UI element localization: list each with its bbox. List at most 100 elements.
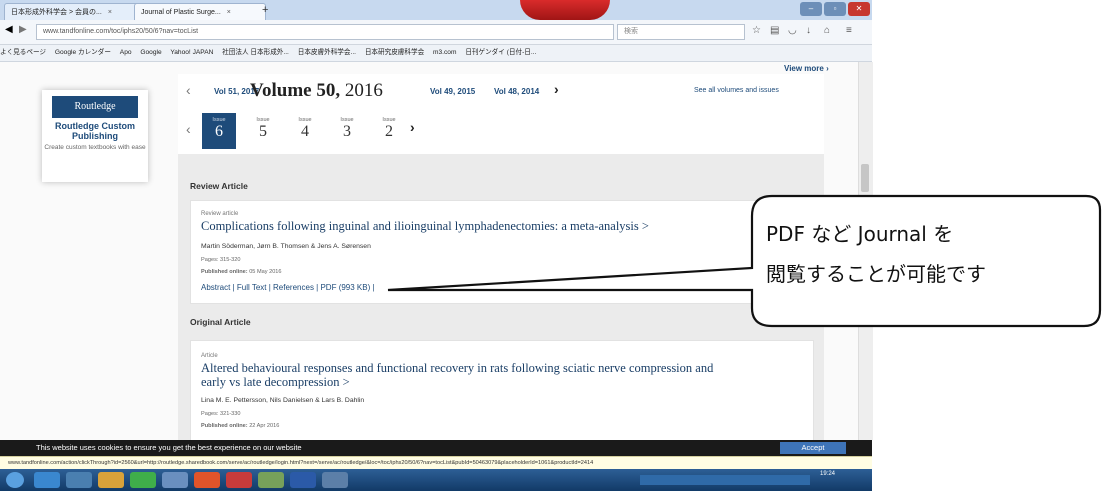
clipboard-icon[interactable]: ▤ [770, 25, 779, 36]
forward-icon[interactable]: ▶ [19, 24, 27, 35]
status-url: www.tandfonline.com/action/clickThrough?… [8, 460, 594, 466]
pocket-icon[interactable]: ◡ [788, 25, 797, 36]
article-pages: Pages: 315-320 [201, 257, 241, 263]
see-all-volumes-link[interactable]: See all volumes and issues [694, 87, 779, 94]
vol-49-link[interactable]: Vol 49, 2015 [430, 87, 475, 96]
chevron-right-icon: > [342, 375, 350, 389]
taskbar [0, 469, 872, 491]
issue-number: 2 [385, 123, 393, 140]
close-icon[interactable]: × [227, 9, 231, 16]
issue-number: 3 [343, 123, 351, 140]
prev-issue-icon[interactable]: ‹ [186, 121, 191, 137]
back-icon[interactable]: ◀ [5, 24, 13, 35]
article-published: Published online: 22 Apr 2016 [201, 423, 279, 429]
article-authors: Martin Söderman, Jørn B. Thomsen & Jens … [201, 243, 371, 250]
issue-3[interactable]: Issue 3 [330, 113, 364, 149]
issue-6[interactable]: Issue 6 [202, 113, 236, 149]
prev-volume-icon[interactable]: ‹ [186, 82, 191, 98]
callout-line-1: PDF など Journal を [766, 222, 954, 246]
navigation-bar: ◀ ▶ www.tandfonline.com/toc/iphs20/50/6?… [0, 20, 872, 45]
promo-text: Create custom textbooks with ease [44, 144, 146, 151]
issue-2[interactable]: Issue 2 [372, 113, 406, 149]
close-icon[interactable]: × [108, 9, 112, 16]
promo-box[interactable]: Routledge Routledge Custom Publishing Cr… [42, 90, 148, 182]
article-title-link[interactable]: Altered behavioural responses and functi… [201, 361, 801, 389]
accept-button[interactable]: Accept [780, 442, 846, 454]
issue-number: 5 [259, 123, 267, 140]
article-published: Published online: 05 May 2016 [201, 269, 282, 275]
close-window-icon[interactable]: ✕ [848, 2, 870, 16]
issue-4[interactable]: Issue 4 [288, 113, 322, 149]
bookmark-item[interactable]: 日刊ゲンダイ (日付-日... [465, 49, 536, 56]
home-icon[interactable]: ⌂ [824, 25, 830, 36]
issue-5[interactable]: Issue 5 [246, 113, 280, 149]
article-links[interactable]: Abstract | Full Text | References | PDF … [201, 283, 375, 292]
article-title: Altered behavioural responses and functi… [201, 361, 714, 375]
issue-number: 4 [301, 123, 309, 140]
vol-48-link[interactable]: Vol 48, 2014 [494, 87, 539, 96]
ie-icon[interactable] [34, 472, 60, 488]
decorative-red-shape [520, 0, 610, 20]
promo-title: Routledge Custom Publishing [55, 121, 135, 141]
cookie-banner: This website uses cookies to ensure you … [0, 440, 872, 456]
article-authors: Lina M. E. Pettersson, Nils Danielsen & … [201, 397, 365, 404]
folder-icon[interactable] [98, 472, 124, 488]
star-icon[interactable]: ☆ [752, 25, 761, 36]
explorer-icon[interactable] [66, 472, 92, 488]
bookmark-item[interactable]: m3.com [433, 49, 456, 56]
bookmark-item[interactable]: Apo [120, 49, 132, 56]
menu-icon[interactable]: ≡ [846, 25, 852, 36]
search-input[interactable]: 検索 [617, 24, 745, 40]
cookie-text: This website uses cookies to ensure you … [36, 443, 302, 452]
callout-text: PDF など Journal を 閲覧することが可能です [742, 194, 1106, 330]
bookmark-item[interactable]: 社団法人 日本形成外... [222, 49, 289, 56]
view-more-link[interactable]: View more › [784, 64, 829, 73]
next-issue-icon[interactable]: › [410, 119, 415, 135]
bookmarks-bar: よく見るページ Google カレンダー Apo Google Yahoo! J… [0, 45, 872, 62]
url-field[interactable]: www.tandfonline.com/toc/iphs20/50/6?nav=… [36, 24, 614, 40]
article-title: early vs late decompression [201, 375, 340, 389]
published-date: 05 May 2016 [249, 269, 282, 275]
section-heading: Original Article [190, 317, 251, 327]
view-more-label: View more [784, 64, 824, 73]
article-kind: Review article [201, 211, 239, 217]
tab-bar: 日本形成外科学会 > 会員の... × Journal of Plastic Su… [0, 0, 872, 21]
tab-jsprs[interactable]: 日本形成外科学会 > 会員の... × [4, 3, 144, 21]
tab-journal[interactable]: Journal of Plastic Surge... × [134, 3, 266, 21]
restore-icon[interactable]: ▫ [824, 2, 846, 16]
bookmark-item[interactable]: 日本研究皮膚科学会 [365, 49, 424, 56]
bookmark-item[interactable]: Google カレンダー [55, 49, 111, 56]
clock[interactable]: 19:24 [820, 471, 835, 477]
new-tab-icon[interactable]: + [262, 4, 268, 16]
issue-number: 6 [215, 123, 223, 140]
current-volume-label: Volume 50, [250, 80, 341, 101]
published-date: 22 Apr 2016 [249, 423, 280, 429]
bookmark-item[interactable]: Google [140, 49, 161, 56]
app-icon[interactable] [162, 472, 188, 488]
minimize-icon[interactable]: – [800, 2, 822, 16]
tab-label: Journal of Plastic Surge... [141, 9, 221, 16]
firefox-icon[interactable] [194, 472, 220, 488]
logo-text: Routledge [74, 101, 116, 112]
published-label: Published online: [201, 269, 248, 275]
published-label: Published online: [201, 423, 248, 429]
excel-icon[interactable] [130, 472, 156, 488]
article-kind: Article [201, 353, 218, 359]
bookmark-item[interactable]: Yahoo! JAPAN [170, 49, 213, 56]
bookmark-item[interactable]: よく見るページ [0, 49, 46, 56]
app-icon[interactable] [322, 472, 348, 488]
download-icon[interactable]: ↓ [806, 25, 811, 36]
start-button-icon[interactable] [6, 472, 24, 488]
current-volume-year: 2016 [344, 80, 383, 101]
app-icon[interactable] [258, 472, 284, 488]
word-icon[interactable] [290, 472, 316, 488]
article-card: Article Altered behavioural responses an… [190, 340, 814, 441]
next-volume-icon[interactable]: › [554, 81, 559, 97]
routledge-logo: Routledge [52, 96, 138, 118]
tray-icons[interactable] [640, 475, 810, 485]
app-icon[interactable] [226, 472, 252, 488]
article-pages: Pages: 321-330 [201, 411, 241, 417]
bookmark-item[interactable]: 日本皮膚外科学会... [298, 49, 356, 56]
status-bar-url: www.tandfonline.com/action/clickThrough?… [0, 456, 872, 470]
callout-line-2: 閲覧することが可能です [766, 262, 986, 286]
